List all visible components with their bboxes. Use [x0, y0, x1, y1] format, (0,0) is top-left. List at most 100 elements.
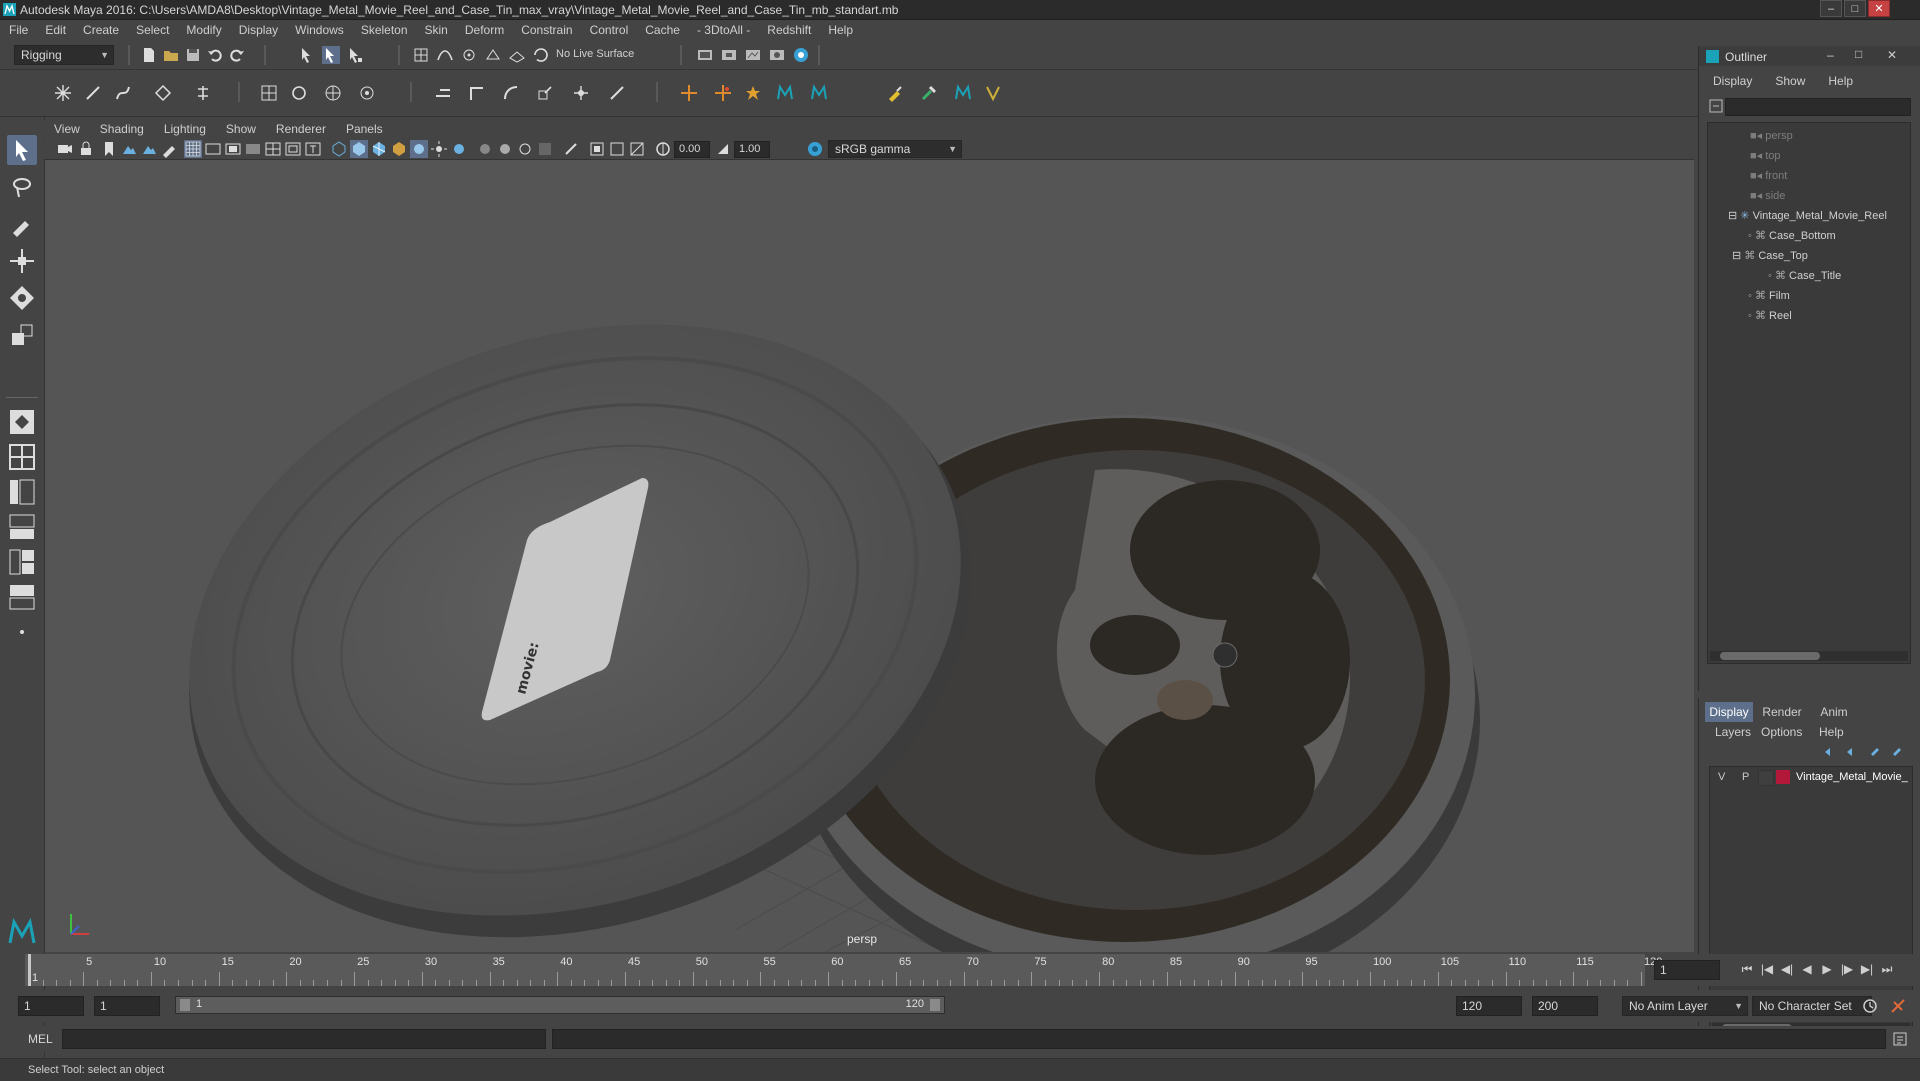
script-language-toggle[interactable]: MEL [28, 1032, 53, 1046]
exposure-icon[interactable] [654, 140, 672, 158]
check-icon[interactable] [984, 84, 1002, 102]
layer-row[interactable]: V P Vintage_Metal_Movie_ [1710, 767, 1912, 787]
outliner-item-reel[interactable]: ◦ ⌘ Reel [1748, 309, 1792, 327]
step-forward-frame-icon[interactable]: |▶ [1840, 962, 1854, 976]
current-frame-field[interactable]: 1 [1654, 960, 1720, 980]
snap-point-icon[interactable] [460, 46, 478, 64]
ik-spline-icon[interactable] [114, 84, 132, 102]
shadows-icon[interactable] [430, 140, 448, 158]
outliner-item-film[interactable]: ◦ ⌘ Film [1748, 289, 1790, 307]
pole-vector-icon[interactable] [608, 84, 626, 102]
camera-icon[interactable] [56, 140, 74, 158]
outliner-item-top[interactable]: ■◂ top [1750, 149, 1781, 167]
hypershade-layout-icon[interactable] [7, 547, 37, 577]
maya-script-icon[interactable] [776, 84, 794, 102]
select-object-icon[interactable] [322, 46, 340, 64]
move-tool-icon[interactable] [7, 246, 37, 276]
exposure-field[interactable]: 0.00 [674, 141, 710, 158]
bind-skin-icon[interactable] [154, 84, 172, 102]
script-editor-icon[interactable] [1892, 1031, 1908, 1047]
new-scene-icon[interactable] [140, 46, 158, 64]
select-tool-icon[interactable] [7, 135, 37, 165]
outliner-maximize-button[interactable]: □ [1855, 47, 1862, 61]
hammer-weights-icon[interactable] [920, 84, 938, 102]
outliner-item-case-bottom[interactable]: ◦ ⌘ Case_Bottom [1748, 229, 1836, 247]
viewport-persp[interactable]: movie: persp [45, 160, 1694, 952]
go-to-end-icon[interactable]: ⏭ [1880, 962, 1894, 976]
use-all-lights-icon[interactable] [410, 140, 428, 158]
viewport-menu-renderer[interactable]: Renderer [266, 122, 336, 136]
xray-icon[interactable] [562, 140, 580, 158]
play-forwards-icon[interactable]: ▶ [1820, 962, 1834, 976]
render-current-frame-icon[interactable] [720, 46, 738, 64]
auto-key-icon[interactable] [1862, 998, 1878, 1014]
undo-icon[interactable] [206, 46, 224, 64]
step-forward-key-icon[interactable]: ▶| [1860, 962, 1874, 976]
time-slider-track[interactable]: 1 5 10 15 20 25 30 35 40 45 50 55 60 65 70 75 80 85 90 95 10… [25, 954, 1662, 986]
perspective-graph-layout-icon[interactable] [7, 512, 37, 542]
single-perspective-layout-icon[interactable] [7, 407, 37, 437]
scale-tool-icon[interactable] [7, 320, 37, 350]
menu-deform[interactable]: Deform [456, 23, 512, 37]
field-chart-icon[interactable] [264, 140, 282, 158]
viewport-menu-view[interactable]: View [44, 122, 90, 136]
menu-edit[interactable]: Edit [36, 23, 74, 37]
render-settings-icon[interactable] [696, 46, 714, 64]
grease-pencil-icon[interactable] [160, 140, 178, 158]
2d-pan-zoom-icon[interactable] [140, 140, 158, 158]
grid-toggle-icon[interactable] [184, 140, 202, 158]
play-backwards-icon[interactable]: ◀ [1800, 962, 1814, 976]
outliner-menu-help[interactable]: Help [1814, 74, 1862, 92]
viewport-menu-panels[interactable]: Panels [336, 122, 393, 136]
motion-blur-icon[interactable] [476, 140, 494, 158]
menu-display[interactable]: Display [230, 23, 286, 37]
tab-anim[interactable]: Anim [1811, 702, 1857, 722]
menu-windows[interactable]: Windows [286, 23, 352, 37]
gamma-field[interactable]: 1.00 [734, 141, 770, 158]
cluster-icon[interactable] [290, 84, 308, 102]
snap-view-plane-icon[interactable] [484, 46, 502, 64]
screen-space-ao-icon[interactable] [450, 140, 468, 158]
custom-layout-icon[interactable] [7, 582, 37, 612]
perspective-outliner-layout-icon[interactable] [7, 477, 37, 507]
layer-action-icons[interactable] [1819, 744, 1909, 760]
sculpt-deformer-icon[interactable] [324, 84, 342, 102]
ik-handle-icon[interactable] [84, 84, 102, 102]
step-back-key-icon[interactable]: |◀ [1760, 962, 1774, 976]
snap-grid-icon[interactable] [412, 46, 430, 64]
tab-render[interactable]: Render [1757, 702, 1807, 722]
menu-constrain[interactable]: Constrain [512, 23, 580, 37]
xray-joints-icon[interactable] [588, 140, 606, 158]
outliner-minimize-button[interactable]: – [1827, 48, 1834, 62]
command-input[interactable] [62, 1029, 546, 1049]
color-management-icon[interactable] [806, 140, 824, 158]
outliner-item-front[interactable]: ■◂ front [1750, 169, 1787, 187]
layer-menu-options[interactable]: Options [1761, 725, 1802, 739]
outliner-item-case-top[interactable]: ⊟ ⌘ Case_Top [1732, 249, 1808, 267]
outliner-item-group[interactable]: ⊟ ✳ Vintage_Metal_Movie_Reel [1728, 209, 1887, 227]
layer-name[interactable]: Vintage_Metal_Movie_ [1796, 771, 1908, 783]
create-joint-icon[interactable] [54, 84, 72, 102]
snap-curve-icon[interactable] [436, 46, 454, 64]
orient-constraint-icon[interactable] [502, 84, 520, 102]
range-slider[interactable]: 1 120 [175, 996, 945, 1014]
paint-select-tool-icon[interactable] [7, 209, 37, 239]
outliner-item-case-title[interactable]: ◦ ⌘ Case_Title [1768, 269, 1841, 287]
layer-menu-help[interactable]: Help [1819, 725, 1844, 739]
lasso-tool-icon[interactable] [7, 172, 37, 202]
viewport-menu-shading[interactable]: Shading [90, 122, 154, 136]
wrap-deformer-icon[interactable] [358, 84, 376, 102]
gamma-icon[interactable] [714, 140, 732, 158]
render-view-icon[interactable] [768, 46, 786, 64]
outliner-menu-display[interactable]: Display [1699, 74, 1761, 92]
layer-menu-layers[interactable]: Layers [1715, 725, 1751, 739]
smooth-shade-icon[interactable] [350, 140, 368, 158]
multisample-aa-icon[interactable] [496, 140, 514, 158]
outliner-search-input[interactable] [1725, 98, 1911, 116]
maya-script-3-icon[interactable] [954, 84, 972, 102]
animation-end-field[interactable]: 200 [1532, 996, 1598, 1016]
layer-reference-toggle[interactable] [1758, 770, 1774, 786]
character-set-dropdown[interactable]: No Character Set [1752, 996, 1872, 1016]
bookmark-icon[interactable] [100, 140, 118, 158]
menu-control[interactable]: Control [581, 23, 637, 37]
